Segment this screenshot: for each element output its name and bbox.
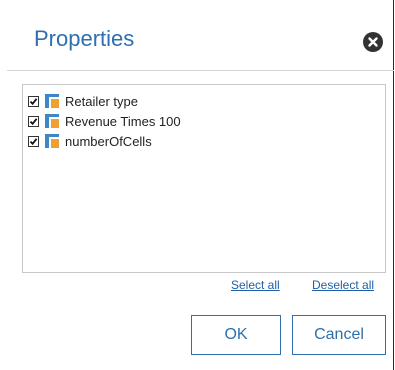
field-icon <box>44 93 60 109</box>
checkbox[interactable] <box>28 115 39 127</box>
list-item-label: Revenue Times 100 <box>65 113 181 129</box>
list-item-retailer-type[interactable]: Retailer type <box>28 93 138 109</box>
dialog-title: Properties <box>34 26 135 51</box>
deselect-all-link[interactable]: Deselect all <box>312 278 374 292</box>
title-divider <box>7 70 394 71</box>
list-item-label: numberOfCells <box>65 133 152 149</box>
list-item-number-of-cells[interactable]: numberOfCells <box>28 133 152 149</box>
close-icon[interactable] <box>363 32 383 52</box>
properties-list[interactable]: Retailer type Revenue Times 100 numberOf… <box>22 84 386 273</box>
list-item-revenue-times-100[interactable]: Revenue Times 100 <box>28 113 181 129</box>
ok-button[interactable]: OK <box>191 315 281 355</box>
properties-dialog: Properties Retailer type Revenue Times 1… <box>0 0 394 370</box>
checkbox[interactable] <box>28 95 39 107</box>
field-icon <box>44 113 60 129</box>
field-icon <box>44 133 60 149</box>
list-item-label: Retailer type <box>65 93 138 109</box>
cancel-button[interactable]: Cancel <box>292 315 386 355</box>
select-all-link[interactable]: Select all <box>231 278 280 292</box>
checkbox[interactable] <box>28 135 39 147</box>
